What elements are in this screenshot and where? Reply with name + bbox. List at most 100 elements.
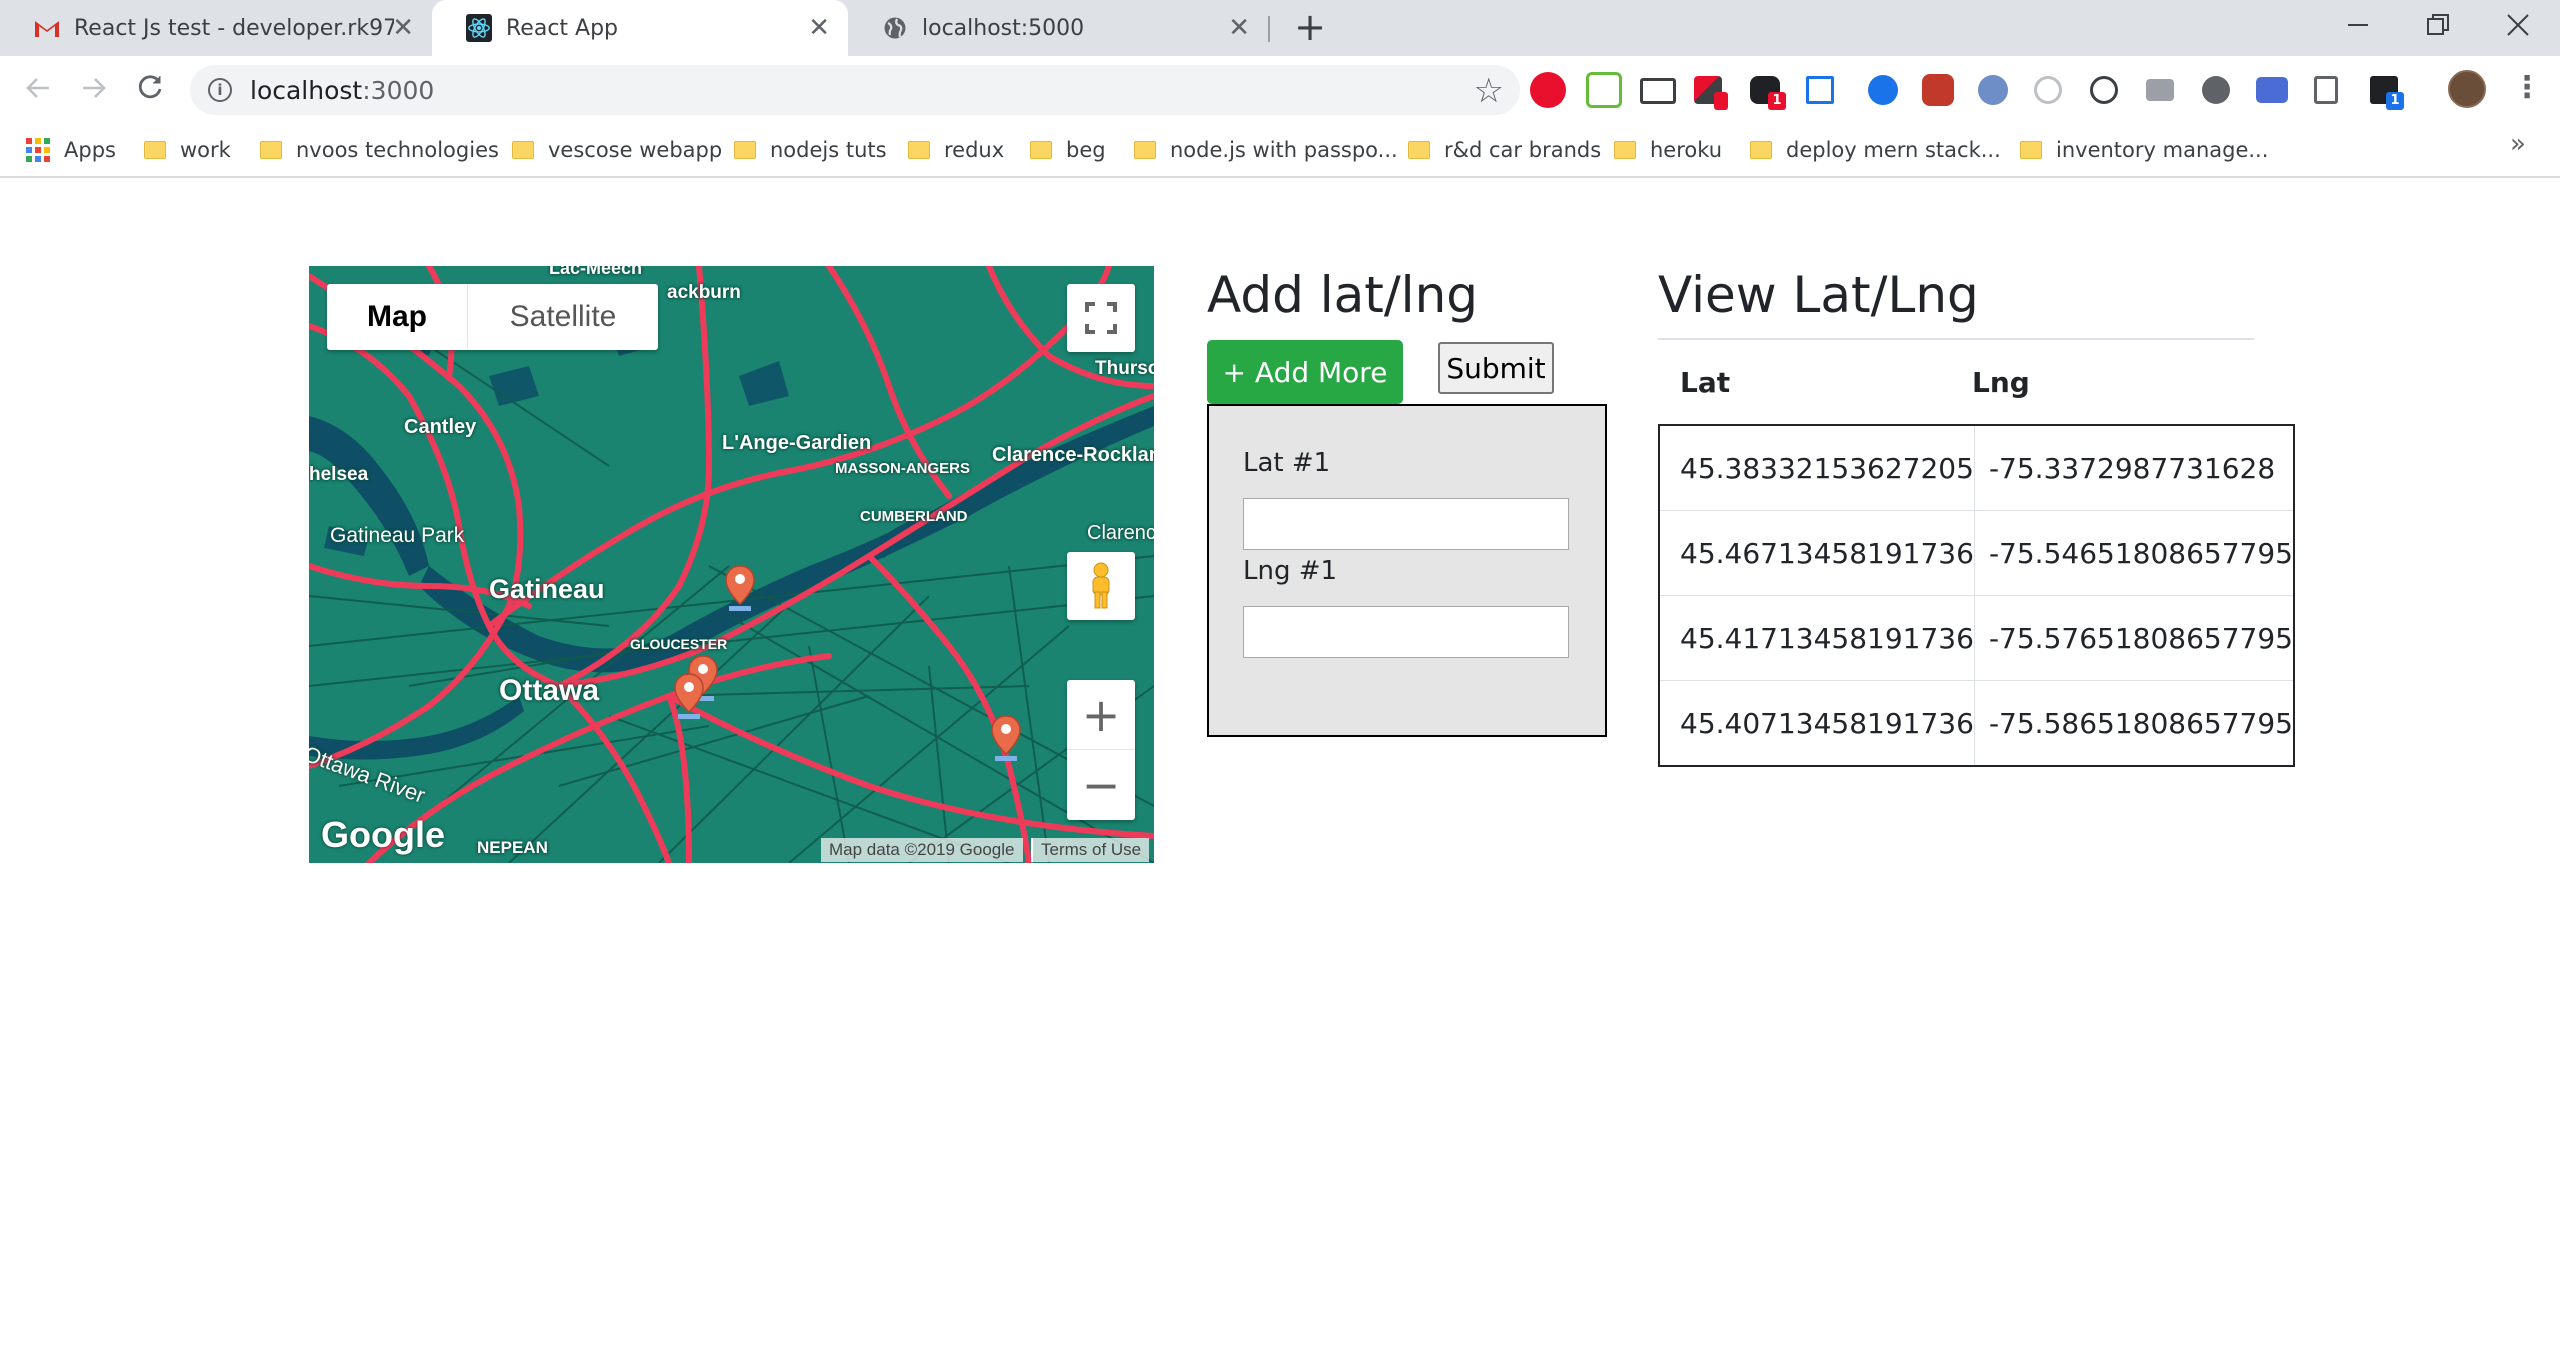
package-extension-icon[interactable]: 1	[2370, 76, 2404, 110]
puzzle-extension-icon[interactable]	[1922, 74, 1954, 106]
map-label-cantley: Cantley	[404, 416, 477, 438]
bookmark-folder-vescose[interactable]: vescose webapp	[512, 130, 722, 170]
table-row: 45.38332153627205 -75.3372987731628	[1659, 425, 2294, 511]
nodejs-extension-icon[interactable]	[1586, 72, 1622, 108]
zoom-control: + −	[1067, 680, 1135, 820]
map-attribution: Map data ©2019 Google	[821, 838, 1023, 862]
diamond-extension-icon[interactable]	[1868, 75, 1898, 105]
close-window-button[interactable]	[2478, 0, 2558, 50]
tab-gmail[interactable]: React Js test - developer.rk97@g ✕	[0, 0, 432, 56]
bookmark-folder-mern[interactable]: deploy mern stack...	[1750, 130, 2001, 170]
column-header-lng: Lng	[1972, 366, 2030, 399]
lng-cell: -75.57651808657795	[1973, 595, 2294, 681]
json-extension-icon[interactable]	[2090, 76, 2118, 104]
back-button[interactable]	[16, 68, 60, 112]
bookmark-label: redux	[944, 138, 1005, 162]
zoom-out-button[interactable]: −	[1067, 750, 1135, 819]
extension-badge: 1	[1768, 92, 1786, 110]
bookmarks-overflow-button[interactable]: »	[2510, 122, 2526, 166]
heading-divider	[1658, 338, 2254, 340]
add-more-button[interactable]: + Add More	[1207, 340, 1403, 404]
bookmark-label: r&d car brands	[1444, 138, 1602, 162]
screenshot-extension-icon[interactable]	[2256, 77, 2288, 103]
globe-icon	[882, 15, 908, 41]
street-view-pegman-button[interactable]	[1067, 552, 1135, 620]
bookmark-folder-nvoos[interactable]: nvoos technologies	[260, 130, 499, 170]
url-port: :3000	[362, 75, 435, 105]
spinner-extension-icon[interactable]	[2034, 76, 2062, 104]
bookmark-folder-beg[interactable]: beg	[1030, 130, 1106, 170]
new-tab-button[interactable]: +	[1290, 8, 1330, 48]
chat-extension-icon[interactable]: 1	[1750, 76, 1786, 110]
lng-label: Lng #1	[1243, 556, 1338, 586]
reload-icon	[138, 75, 162, 99]
folder-icon	[1750, 141, 1772, 159]
bookmark-folder-car-brands[interactable]: r&d car brands	[1408, 130, 1601, 170]
css-extension-icon[interactable]	[2314, 76, 2338, 104]
fullscreen-button[interactable]	[1067, 284, 1135, 352]
lng-cell: -75.54651808657795	[1973, 510, 2294, 596]
map-label-blackburn: ackburn	[667, 282, 741, 303]
close-tab-icon[interactable]: ✕	[808, 14, 830, 42]
info-icon[interactable]: i	[208, 78, 232, 102]
bookmark-folder-passport[interactable]: node.js with passpo...	[1134, 130, 1398, 170]
table-row: 45.46713458191736 -75.54651808657795	[1659, 510, 2294, 596]
add-latlng-heading: Add lat/lng	[1207, 266, 1478, 324]
eyedropper-extension-icon[interactable]	[1694, 76, 1728, 110]
map-terms-link[interactable]: Terms of Use	[1031, 838, 1150, 862]
map-type-map-button[interactable]: Map	[327, 284, 468, 350]
grid-extension-icon[interactable]	[1806, 76, 1834, 104]
map-label-gloucester: GLOUCESTER	[630, 636, 728, 652]
bookmark-folder-nodejs[interactable]: nodejs tuts	[734, 130, 887, 170]
bookmark-label: work	[180, 138, 231, 162]
feather-extension-icon[interactable]	[1978, 75, 2008, 105]
map-type-control: Map Satellite	[327, 284, 658, 350]
map-label-masson-angers: MASSON-ANGERS	[835, 460, 971, 477]
fullscreen-icon	[1085, 302, 1117, 334]
folder-icon	[1408, 141, 1430, 159]
table-row: 45.40713458191736 -75.58651808657795	[1659, 680, 2294, 766]
close-tab-icon[interactable]: ✕	[1228, 14, 1250, 42]
map-marker[interactable]	[672, 672, 706, 720]
extension-badge	[1714, 92, 1728, 110]
tab-localhost-5000[interactable]: localhost:5000 ✕	[848, 0, 1268, 56]
address-bar[interactable]: i localhost:3000 ☆	[190, 65, 1520, 115]
bookmark-folder-work[interactable]: work	[144, 130, 231, 170]
url-text[interactable]: localhost:3000	[250, 76, 434, 105]
restore-window-button[interactable]	[2398, 0, 2478, 50]
tab-react-app[interactable]: React App ✕	[432, 0, 848, 56]
bookmark-apps[interactable]: Apps	[26, 130, 116, 170]
map-label-nepean: NEPEAN	[477, 838, 548, 857]
bookmark-label: nvoos technologies	[296, 138, 499, 162]
bookmark-folder-inventory[interactable]: inventory manage...	[2020, 130, 2268, 170]
bookmark-folder-heroku[interactable]: heroku	[1614, 130, 1722, 170]
adblock-extension-icon[interactable]	[1530, 72, 1566, 108]
tab-title: React Js test - developer.rk97@g	[74, 15, 394, 41]
forward-button[interactable]	[72, 68, 116, 112]
map-label-chelsea: helsea	[309, 464, 369, 485]
browser-toolbar: i localhost:3000 ☆ 1 1	[0, 56, 2560, 122]
google-map[interactable]: Lac-Meech ackburn Thurso Cantley L'Ange-…	[309, 266, 1154, 863]
minimize-window-button[interactable]	[2318, 0, 2398, 50]
profile-avatar[interactable]	[2448, 70, 2486, 108]
folder-icon	[1614, 141, 1636, 159]
map-label-lange-gardien: L'Ange-Gardien	[722, 432, 872, 454]
bookmark-folder-redux[interactable]: redux	[908, 130, 1004, 170]
lat-input[interactable]	[1243, 498, 1569, 550]
close-tab-icon[interactable]: ✕	[392, 14, 414, 42]
lng-input[interactable]	[1243, 606, 1569, 658]
reload-button[interactable]	[128, 68, 172, 112]
cast-extension-icon[interactable]	[1640, 78, 1676, 104]
map-type-satellite-button[interactable]: Satellite	[468, 284, 658, 350]
zoom-in-button[interactable]: +	[1067, 681, 1135, 750]
bookmark-star-icon[interactable]: ☆	[1474, 71, 1504, 111]
browser-tab-strip: React Js test - developer.rk97@g ✕ React…	[0, 0, 2560, 56]
map-marker[interactable]	[989, 714, 1023, 762]
camera-extension-icon[interactable]	[2146, 79, 2174, 101]
column-header-lat: Lat	[1680, 366, 1731, 399]
chrome-menu-button[interactable]: ⋮	[2512, 68, 2542, 108]
map-marker[interactable]	[723, 564, 757, 612]
record-extension-icon[interactable]	[2202, 76, 2230, 104]
bookmark-label: Apps	[64, 138, 116, 162]
submit-button[interactable]: Submit	[1438, 342, 1554, 394]
